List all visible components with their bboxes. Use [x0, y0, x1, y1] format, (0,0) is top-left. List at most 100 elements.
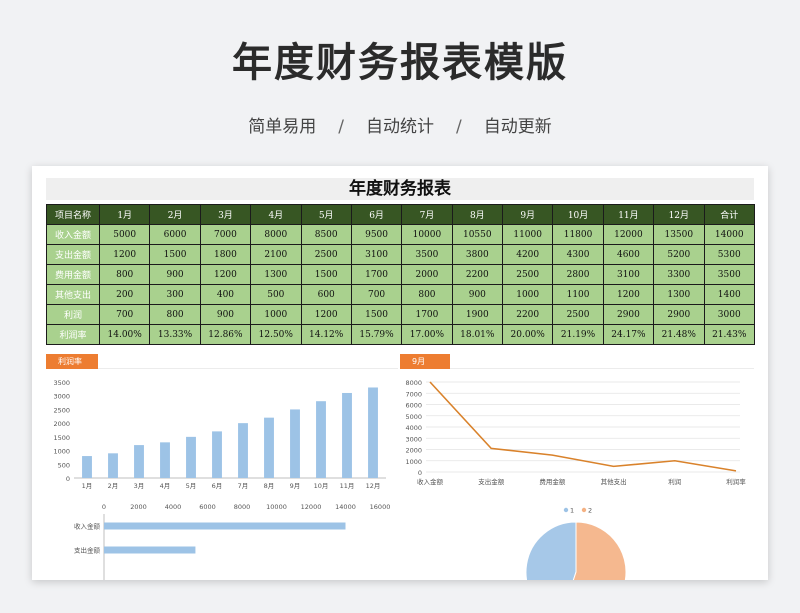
table-cell[interactable]: 300	[149, 284, 201, 305]
table-cell[interactable]: 200	[98, 284, 151, 305]
table-cell[interactable]: 14.12%	[300, 324, 352, 345]
y-tick-label: 4000	[405, 424, 422, 432]
table-cell[interactable]: 1200	[98, 244, 151, 265]
table-cell[interactable]: 12.86%	[199, 324, 252, 345]
table-cell[interactable]: 13.33%	[149, 324, 201, 345]
table-cell[interactable]: 3000	[703, 304, 755, 325]
table-cell[interactable]: 1900	[451, 304, 504, 325]
table-cell[interactable]: 11800	[552, 224, 604, 245]
table-cell[interactable]: 2200	[451, 264, 504, 285]
table-cell[interactable]: 600	[300, 284, 352, 305]
table-cell[interactable]: 700	[350, 284, 403, 305]
table-cell[interactable]: 1400	[703, 284, 755, 305]
table-cell[interactable]: 3300	[653, 264, 705, 285]
table-cell[interactable]: 6000	[149, 224, 201, 245]
x-tick-label: 2月	[108, 482, 119, 490]
table-cell[interactable]: 8000	[250, 224, 302, 245]
table-cell[interactable]: 21.43%	[703, 324, 755, 345]
table-cell[interactable]: 5200	[653, 244, 705, 265]
table-cell[interactable]: 1300	[653, 284, 705, 305]
september-line-chart-panel: 0 1000 2000 3000 4000 5000 6000 7000 8000 收入金额 支出金…	[400, 372, 754, 497]
table-cell[interactable]: 15.79%	[350, 324, 403, 345]
table-cell[interactable]: 10550	[451, 224, 504, 245]
table-cell[interactable]: 1500	[149, 244, 201, 265]
table-cell[interactable]: 24.17%	[602, 324, 655, 345]
table-cell[interactable]: 1500	[350, 304, 403, 325]
table-cell[interactable]: 1000	[501, 284, 554, 305]
x-tick-label: 8000	[234, 503, 251, 511]
table-cell[interactable]: 700	[98, 304, 151, 325]
table-cell[interactable]: 3800	[451, 244, 504, 265]
table-cell[interactable]: 800	[149, 304, 201, 325]
y-tick-label: 收入金额	[74, 522, 101, 531]
table-cell[interactable]: 800	[98, 264, 151, 285]
table-cell[interactable]: 18.01%	[451, 324, 504, 345]
table-cell[interactable]: 4200	[501, 244, 554, 265]
table-cell[interactable]: 2500	[501, 264, 554, 285]
table-cell[interactable]: 1100	[552, 284, 604, 305]
table-cell[interactable]: 2000	[401, 264, 453, 285]
table-cell[interactable]: 1200	[199, 264, 252, 285]
table-cell[interactable]: 2200	[501, 304, 554, 325]
table-cell[interactable]: 800	[401, 284, 453, 305]
table-cell[interactable]: 1500	[300, 264, 352, 285]
table-cell[interactable]: 5000	[98, 224, 151, 245]
table-cell[interactable]: 8500	[300, 224, 352, 245]
table-cell[interactable]: 900	[451, 284, 504, 305]
table-cell[interactable]: 1300	[250, 264, 302, 285]
table-cell[interactable]: 3500	[401, 244, 453, 265]
table-cell[interactable]: 400	[199, 284, 252, 305]
table-cell[interactable]: 1700	[350, 264, 403, 285]
table-cell[interactable]: 4300	[552, 244, 604, 265]
table-cell[interactable]: 13500	[653, 224, 705, 245]
table-cell[interactable]: 9500	[350, 224, 403, 245]
table-cell[interactable]: 3100	[602, 264, 655, 285]
table-row: 其他支出 200 300 400 500 600 700 800 900 1000 1100 1200…	[46, 284, 755, 305]
table-cell[interactable]: 7000	[199, 224, 252, 245]
table-cell[interactable]: 4600	[602, 244, 655, 265]
table-cell[interactable]: 12.50%	[250, 324, 302, 345]
table-cell[interactable]: 1800	[199, 244, 252, 265]
x-tick-label: 其他支出	[601, 477, 627, 486]
table-cell[interactable]: 900	[149, 264, 201, 285]
table-cell[interactable]: 5300	[703, 244, 755, 265]
table-cell[interactable]: 20.00%	[501, 324, 554, 345]
table-cell[interactable]: 1700	[401, 304, 453, 325]
table-cell[interactable]: 2800	[552, 264, 604, 285]
table-cell[interactable]: 11000	[501, 224, 554, 245]
chart-tab-profit-rate[interactable]: 利润率	[46, 354, 98, 369]
table-cell[interactable]: 2100	[250, 244, 302, 265]
table-cell[interactable]: 10000	[401, 224, 453, 245]
table-cell[interactable]: 900	[199, 304, 252, 325]
row-label: 其他支出	[46, 284, 100, 305]
chart-tab-september[interactable]: 9月	[400, 354, 450, 369]
table-cell[interactable]: 21.48%	[653, 324, 705, 345]
series-line	[429, 381, 737, 472]
bar	[264, 417, 274, 478]
table-row: 费用金额 800 900 1200 1300 1500 1700 2000 2200 2500 28…	[46, 264, 755, 285]
table-cell[interactable]: 2900	[602, 304, 655, 325]
monthly-bar-chart: 0 500 1000 1500 2000 2500 3000 3500 1月 2月 3月 4月 5月 6月…	[53, 379, 386, 490]
table-cell[interactable]: 21.19%	[552, 324, 604, 345]
table-cell[interactable]: 2900	[653, 304, 705, 325]
table-cell[interactable]: 12000	[602, 224, 655, 245]
bar	[212, 431, 222, 478]
table-cell[interactable]: 17.00%	[401, 324, 453, 345]
row-label: 利润	[46, 304, 100, 325]
y-tick-label: 7000	[405, 390, 422, 398]
column-header: 4月	[250, 204, 302, 225]
table-cell[interactable]: 3100	[350, 244, 403, 265]
table-cell[interactable]: 2500	[552, 304, 604, 325]
table-cell[interactable]: 14000	[703, 224, 755, 245]
y-tick-label: 1500	[53, 434, 70, 442]
table-cell[interactable]: 3500	[703, 264, 755, 285]
table-cell[interactable]: 1200	[300, 304, 352, 325]
table-cell[interactable]: 1200	[602, 284, 655, 305]
table-cell[interactable]: 1000	[250, 304, 302, 325]
table-row: 利润 700 800 900 1000 1200 1500 1700 1900 2200 2500 2…	[46, 304, 755, 325]
table-cell[interactable]: 2500	[300, 244, 352, 265]
table-row: 利润率 14.00% 13.33% 12.86% 12.50% 14.12% 15.79% 1…	[46, 324, 755, 345]
table-cell[interactable]: 14.00%	[98, 324, 151, 345]
page-title: 年度财务报表模版	[232, 40, 568, 86]
table-cell[interactable]: 500	[250, 284, 302, 305]
